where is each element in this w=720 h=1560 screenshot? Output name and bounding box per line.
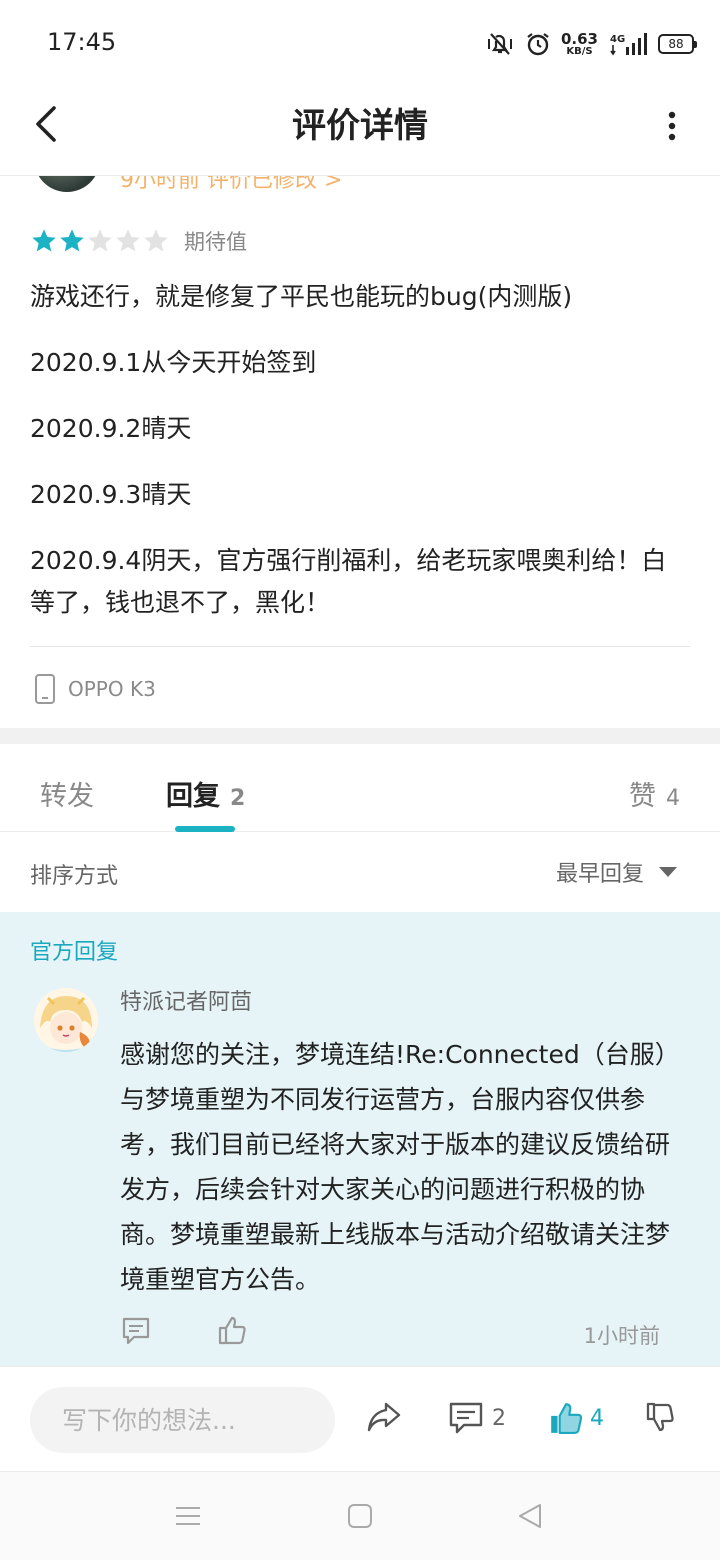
tab-reply[interactable]: 回复 2 — [166, 774, 245, 813]
reply-time: 1小时前 — [583, 1324, 660, 1348]
section-divider — [0, 728, 720, 744]
signal-icon: 4G — [610, 33, 647, 56]
share-button[interactable] — [366, 1401, 402, 1433]
status-time: 17:45 — [47, 28, 117, 56]
tab-like[interactable]: 赞 4 — [629, 774, 680, 813]
star-icon — [60, 229, 84, 252]
reviewer-avatar[interactable] — [34, 176, 100, 192]
rating-label: 期待值 — [184, 230, 247, 254]
thumbs-up-filled-icon — [551, 1403, 582, 1434]
reply-like-button[interactable] — [216, 1314, 248, 1350]
thumbs-up-icon — [218, 1316, 246, 1345]
more-options-button[interactable] — [660, 102, 684, 150]
tab-like-label: 赞 — [629, 781, 656, 812]
like-button[interactable]: 4 — [548, 1401, 604, 1435]
comments-button[interactable]: 2 — [448, 1401, 506, 1435]
status-icons: 0.63 KB/S 4G 88 — [485, 28, 697, 60]
home-square-icon — [348, 1504, 372, 1528]
phone-icon — [35, 674, 55, 704]
review-paragraph: 2020.9.4阴天，官方强行削福利，给老玩家喂奥利给！白等了，钱也退不了，黑化… — [30, 546, 667, 617]
recent-apps-button[interactable] — [172, 1500, 204, 1532]
thumbs-down-icon — [646, 1402, 674, 1432]
star-icon — [32, 229, 56, 252]
home-button[interactable] — [344, 1500, 376, 1532]
alarm-icon — [527, 33, 549, 56]
tab-reply-count: 2 — [230, 786, 246, 811]
reply-actions: 1小时前 — [120, 1314, 660, 1354]
device-info: OPPO K3 — [34, 670, 156, 708]
rating-row: 期待值 — [30, 224, 247, 258]
sort-selected: 最早回复 — [555, 862, 644, 887]
sort-label: 排序方式 — [30, 864, 119, 889]
page-title: 评价详情 — [292, 106, 428, 146]
comment-icon — [122, 1317, 150, 1345]
tab-repost-label: 转发 — [40, 781, 94, 812]
mute-vibrate-icon — [487, 33, 512, 55]
likes-count: 4 — [590, 1405, 604, 1431]
review-paragraph: 2020.9.2晴天 — [30, 414, 192, 443]
status-bar: 17:45 0.63 KB/S 4G 88 — [0, 0, 720, 80]
star-icon — [116, 229, 140, 252]
system-nav-bar — [0, 1472, 720, 1560]
device-label: OPPO K3 — [68, 677, 156, 701]
svg-text:4G: 4G — [610, 34, 625, 45]
star-icon — [144, 229, 168, 252]
top-app-bar: 评价详情 — [0, 80, 720, 176]
official-reply-tag: 官方回复 — [30, 940, 119, 965]
net-speed: 0.63 KB/S — [560, 29, 598, 57]
menu-icon — [176, 1507, 200, 1525]
tab-like-count: 4 — [666, 786, 680, 811]
net-speed-unit: KB/S — [566, 45, 593, 57]
system-back-button[interactable] — [514, 1500, 546, 1532]
tab-reply-label: 回复 — [166, 781, 220, 812]
caret-down-icon — [659, 867, 677, 877]
reply-comment-button[interactable] — [120, 1316, 152, 1350]
bottom-action-bar: 2 4 — [0, 1366, 720, 1472]
battery-icon: 88 — [658, 34, 697, 54]
comments-count: 2 — [492, 1405, 506, 1431]
review-body: 游戏还行，就是修复了平民也能玩的bug(内测版) 2020.9.1从今天开始签到… — [30, 276, 690, 648]
star-icon — [88, 229, 112, 252]
tab-repost[interactable]: 转发 — [40, 774, 94, 813]
back-triangle-icon — [519, 1504, 541, 1528]
divider — [30, 646, 690, 647]
reply-author-name[interactable]: 特派记者阿茴 — [120, 984, 252, 1016]
review-paragraph: 2020.9.1从今天开始签到 — [30, 348, 317, 377]
share-icon — [367, 1402, 401, 1432]
sort-row: 排序方式 最早回复 — [0, 832, 720, 912]
reply-text: 感谢您的关注，梦境连结!Re:Connected（台服）与梦境重塑为不同发行运营… — [120, 1040, 680, 1294]
official-reply-card: 官方回复 特派记者阿茴 感谢您的关注，梦境连结!Re:Connected（台服）… — [0, 912, 720, 1366]
comment-icon — [449, 1402, 483, 1434]
review-meta[interactable]: 9小时前 评价已修改 > — [120, 176, 342, 194]
sort-dropdown[interactable]: 最早回复 — [556, 856, 678, 888]
more-vertical-icon — [668, 111, 676, 141]
interaction-tabs: 转发 回复 2 赞 4 — [0, 744, 720, 832]
reply-author-avatar[interactable] — [34, 988, 98, 1052]
review-paragraph: 游戏还行，就是修复了平民也能玩的bug(内测版) — [30, 282, 573, 311]
review-header: 9小时前 评价已修改 > — [0, 176, 720, 196]
review-paragraph: 2020.9.3晴天 — [30, 480, 192, 509]
anime-avatar-icon — [34, 988, 98, 1052]
net-speed-value: 0.63 — [560, 29, 598, 48]
dislike-button[interactable] — [644, 1401, 676, 1435]
comment-input[interactable] — [30, 1387, 335, 1453]
